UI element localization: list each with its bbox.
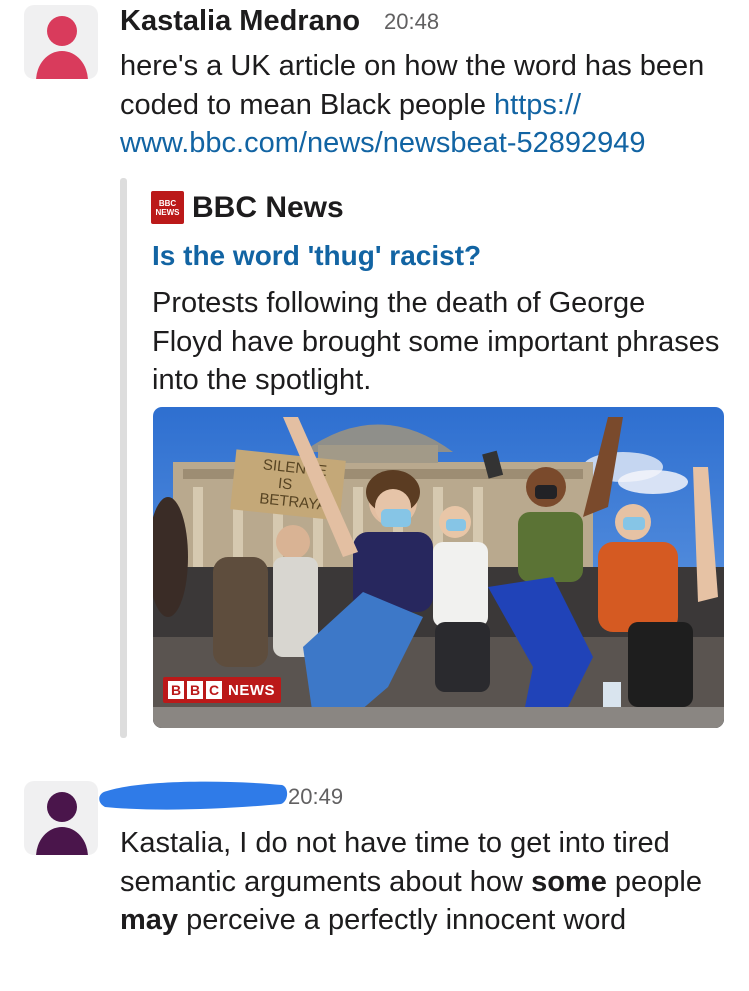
message-timestamp[interactable]: 20:48 (384, 5, 439, 39)
avatar[interactable] (24, 5, 98, 79)
message-body-part: people (606, 865, 702, 898)
unfurl-title[interactable]: Is the word 'thug' racist? (152, 238, 481, 274)
emphasis-may: may (120, 904, 179, 936)
watermark-letter: C (206, 681, 222, 699)
message-body: here's a UK article on how the word has … (120, 50, 705, 121)
author-name[interactable]: Kastalia Medrano (120, 4, 360, 38)
unfurl-description: Protests following the death of George F… (152, 287, 720, 396)
unfurl-image[interactable]: SILENCE IS BETRAYAL B B C NEWS (153, 407, 724, 728)
user-body-icon (36, 51, 88, 79)
avatar[interactable] (24, 781, 98, 855)
redacted-author-name (99, 781, 288, 810)
watermark-word: NEWS (228, 681, 275, 699)
favicon-text-bottom: NEWS (155, 207, 180, 217)
favicon-text-top: BBC (158, 198, 177, 208)
bbc-logo-icon: BBC NEWS (151, 191, 184, 224)
message-text: Kastalia, I do not have time to get into… (120, 824, 730, 940)
user-head-icon (47, 16, 77, 46)
user-body-icon (36, 827, 88, 855)
user-head-icon (47, 792, 77, 822)
unfurl-source[interactable]: BBC News (192, 190, 344, 226)
message-text: here's a UK article on how the word has … (120, 47, 720, 163)
message-timestamp[interactable]: 20:49 (288, 780, 343, 814)
message-body-part: perceive a perfectly innocent word (178, 904, 627, 936)
bbc-news-watermark: B B C NEWS (163, 677, 281, 703)
svg-text:IS: IS (277, 475, 293, 493)
attachment-bar (120, 178, 127, 738)
emphasis-some: some (531, 865, 607, 898)
watermark-letter: B (168, 681, 184, 699)
watermark-letter: B (187, 681, 203, 699)
